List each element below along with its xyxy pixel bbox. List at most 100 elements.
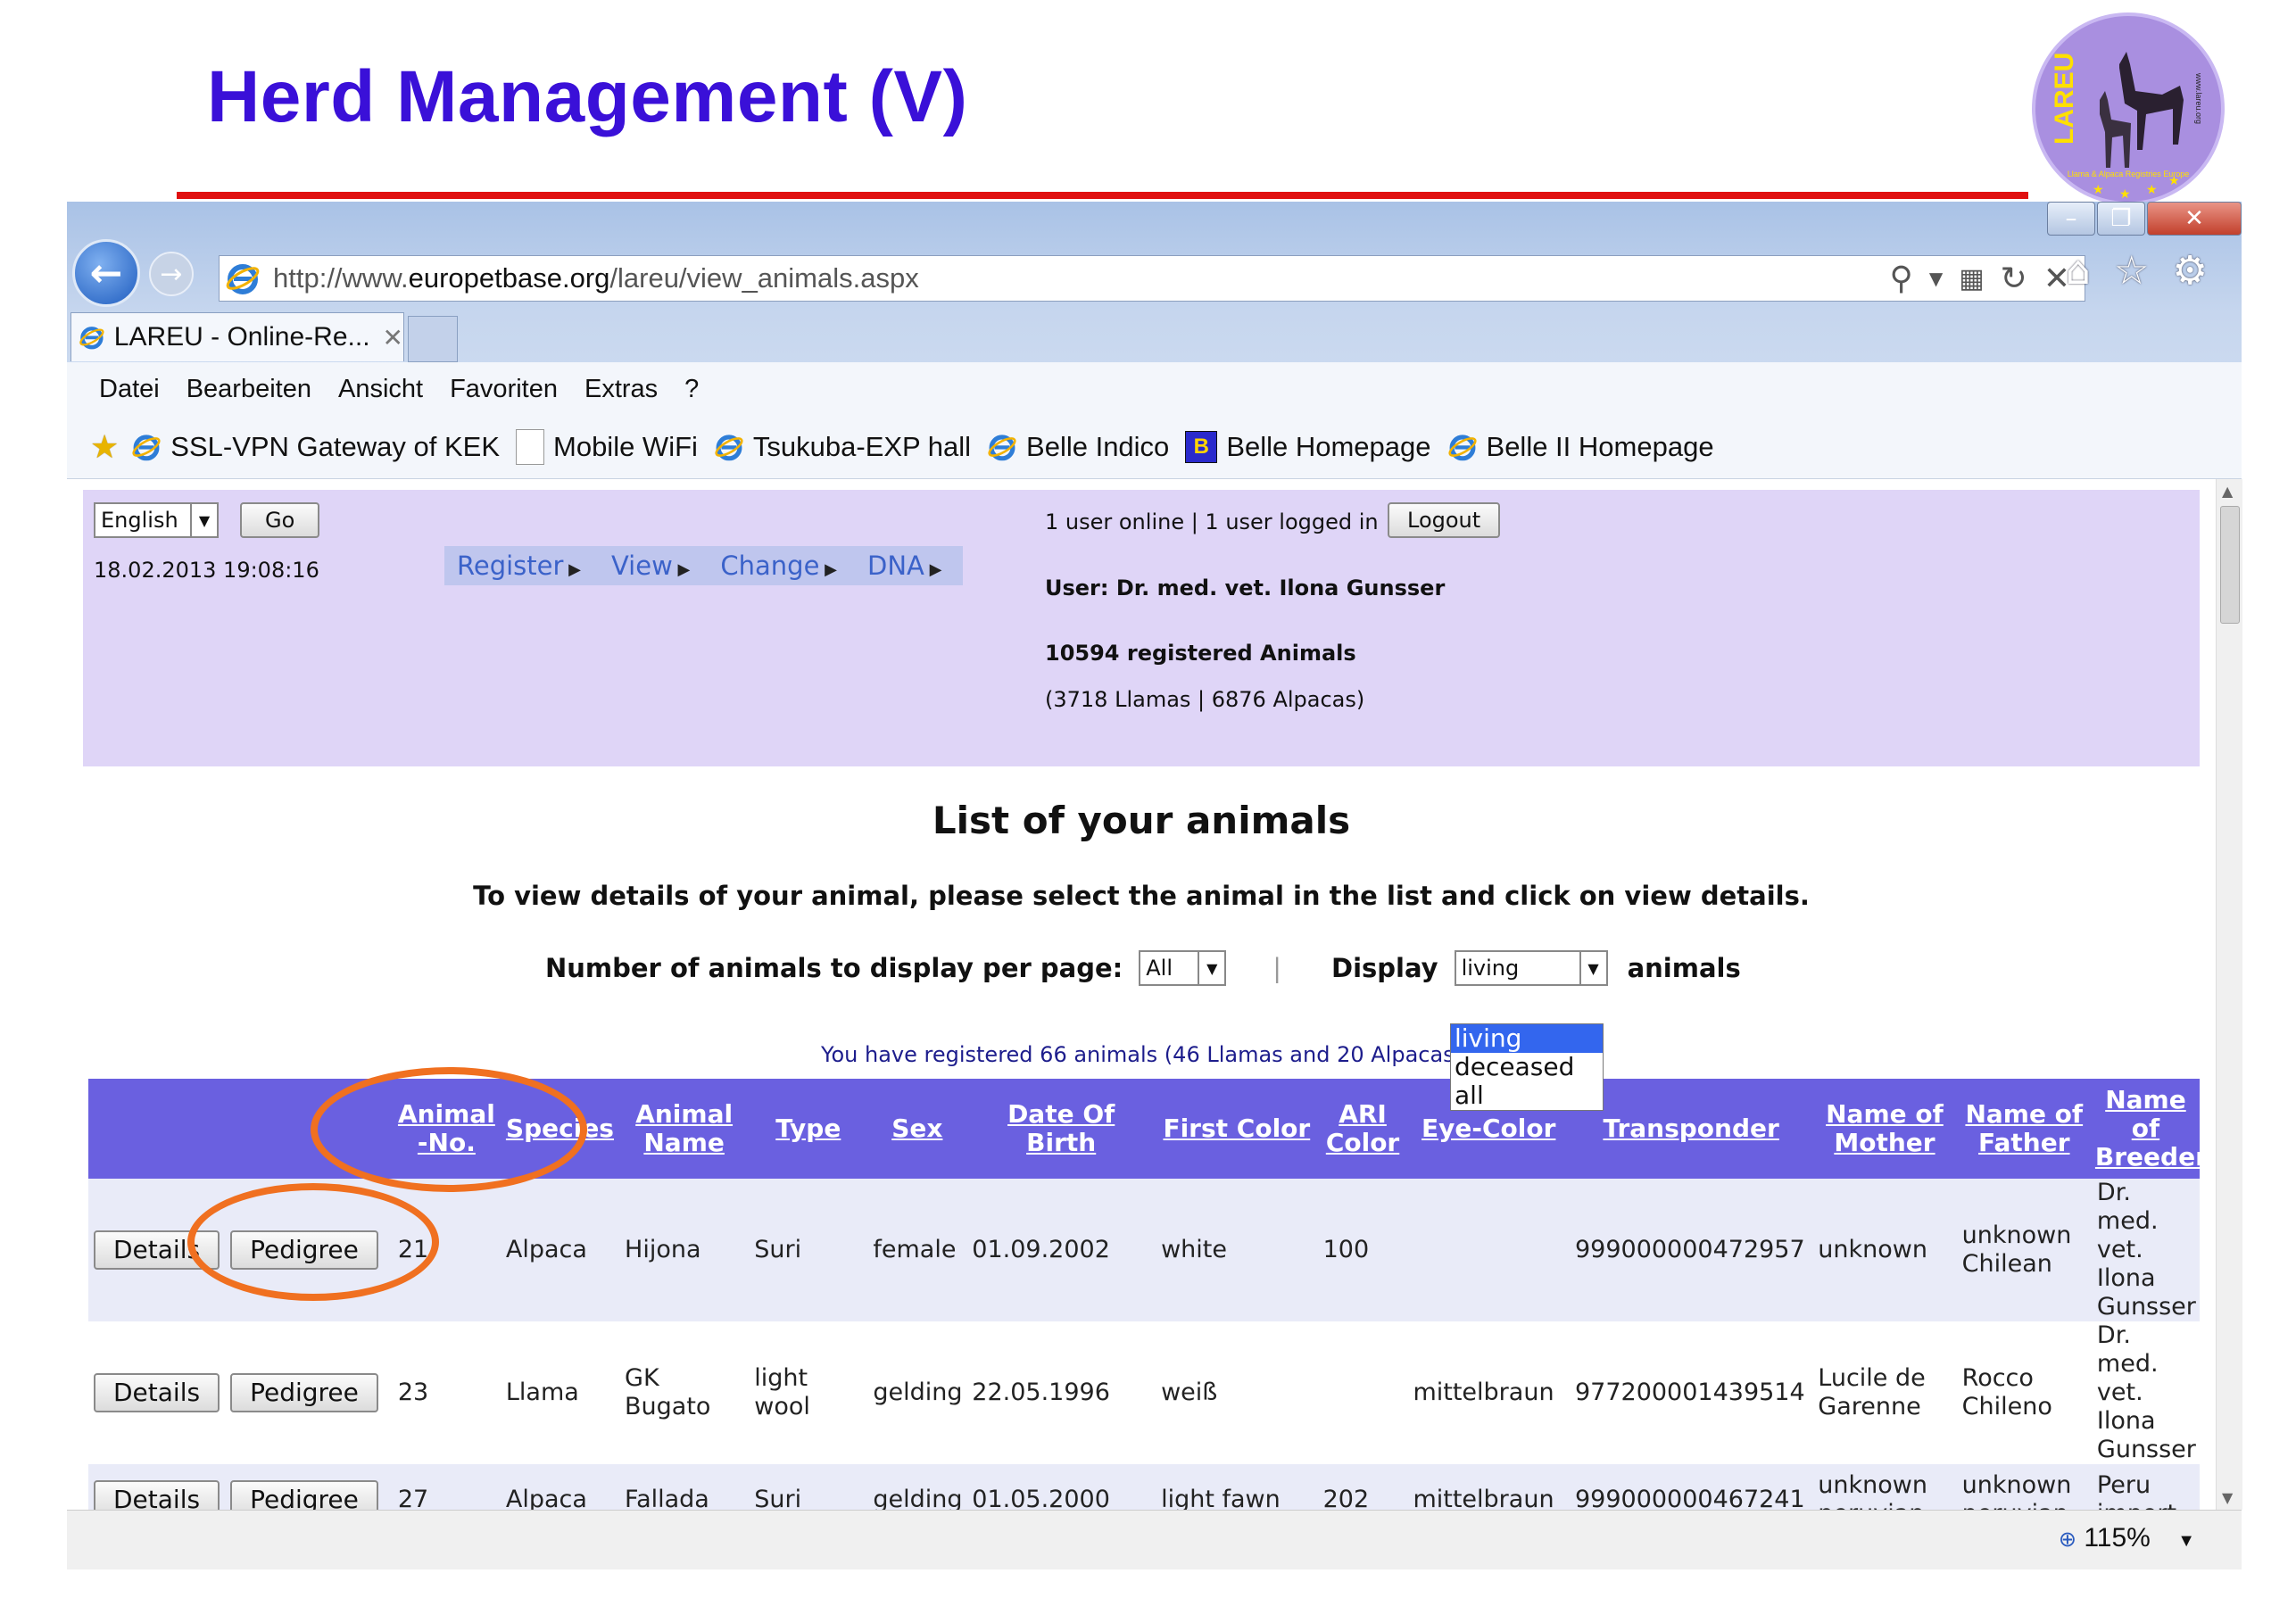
chevron-down-icon: ▼: [2177, 1531, 2195, 1551]
compatibility-icon[interactable]: ▦: [1959, 263, 1984, 294]
b-icon: B: [1185, 431, 1218, 463]
cell-eye-color: mittelbraun: [1407, 1464, 1570, 1510]
list-title: List of your animals: [932, 799, 1351, 842]
cell-ari-color: 202: [1317, 1464, 1408, 1510]
forward-button[interactable]: →: [149, 252, 194, 296]
display-option-living[interactable]: living: [1451, 1024, 1603, 1053]
restore-button[interactable]: ❐: [2097, 202, 2145, 236]
favorite-link[interactable]: Belle II Homepage: [1447, 431, 1714, 463]
cell-type: Suri: [749, 1179, 868, 1321]
col-animal-name[interactable]: Animal Name: [619, 1079, 750, 1179]
page-viewport: English ▼ Go 18.02.2013 19:08:16 Registe…: [67, 479, 2216, 1510]
ie-icon: [715, 435, 743, 461]
cell-first-color: light fawn: [1156, 1464, 1318, 1510]
minimize-button[interactable]: –: [2047, 202, 2095, 236]
favorite-label: Belle II Homepage: [1486, 431, 1714, 462]
chevron-down-icon: ▼: [1579, 952, 1606, 984]
col-ari-color[interactable]: ARI Color: [1317, 1079, 1408, 1179]
gear-icon[interactable]: ⚙: [2172, 248, 2207, 294]
nav-dna[interactable]: DNA: [867, 551, 941, 581]
zoom-control[interactable]: ⊕ 115% ▼: [2059, 1523, 2195, 1553]
favorites-star-icon[interactable]: ☆: [2114, 248, 2149, 294]
favorite-link[interactable]: B Belle Homepage: [1185, 431, 1431, 463]
favorite-label: Belle Indico: [1026, 431, 1170, 462]
chevron-down-icon: ▼: [190, 504, 217, 536]
svg-text:★: ★: [2168, 174, 2180, 188]
pedigree-button[interactable]: Pedigree: [230, 1480, 378, 1510]
menu-item[interactable]: Favoriten: [450, 375, 558, 404]
col-first-color[interactable]: First Color: [1156, 1079, 1318, 1179]
datetime: 18.02.2013 19:08:16: [94, 558, 319, 583]
close-window-button[interactable]: ✕: [2147, 202, 2242, 236]
cell-date-of-birth: 01.05.2000: [966, 1464, 1156, 1510]
lareu-logo: LAREU Llama & Alpaca Registries Europe w…: [2032, 12, 2225, 205]
url-prefix: http://www.: [273, 262, 409, 294]
cell-eye-color: [1407, 1179, 1570, 1321]
nav-view[interactable]: View: [611, 551, 690, 581]
table-row: Details Pedigree 23 Llama GK Bugato light…: [88, 1321, 2200, 1464]
favorite-label: Tsukuba-EXP hall: [752, 431, 972, 462]
per-page-select[interactable]: All ▼: [1139, 950, 1227, 986]
col-type[interactable]: Type: [749, 1079, 868, 1179]
favorite-link[interactable]: Belle Indico: [987, 431, 1169, 463]
col-sex[interactable]: Sex: [867, 1079, 967, 1179]
cell-father: unknown Chilean: [1956, 1179, 2092, 1321]
language-select[interactable]: English ▼: [94, 502, 219, 538]
ie-icon: [226, 264, 260, 294]
details-button[interactable]: Details: [94, 1373, 220, 1412]
cell-ari-color: 100: [1317, 1179, 1408, 1321]
logo-side-text: www.lareu.org: [2194, 72, 2203, 124]
svg-text:★: ★: [2119, 187, 2131, 202]
tab-lareu[interactable]: LAREU - Online-Re... ✕: [70, 312, 404, 361]
address-bar[interactable]: http://www.europetbase.org/lareu/view_an…: [219, 255, 2085, 302]
new-tab-button[interactable]: [408, 316, 458, 362]
menu-item[interactable]: Extras: [584, 375, 658, 404]
nav-register[interactable]: Register: [457, 551, 581, 581]
ie-icon: [79, 327, 104, 350]
favorites-star-add-icon[interactable]: ★: [90, 428, 119, 466]
user-label: User: Dr. med. vet. Ilona Gunsser: [1045, 576, 1446, 600]
col-date-of-birth[interactable]: Date Of Birth: [966, 1079, 1156, 1179]
back-button[interactable]: ←: [72, 239, 140, 307]
favorite-link[interactable]: Tsukuba-EXP hall: [714, 431, 971, 463]
col-name-of-mother[interactable]: Name of Mother: [1812, 1079, 1957, 1179]
details-button[interactable]: Details: [94, 1480, 220, 1510]
search-icon[interactable]: ⚲: [1890, 261, 1913, 297]
pedigree-button[interactable]: Pedigree: [230, 1373, 378, 1412]
home-icon[interactable]: ⌂: [2066, 248, 2091, 294]
slide-title: Herd Management (V): [207, 56, 968, 137]
refresh-icon[interactable]: ↻: [2001, 261, 2027, 297]
scrollbar-thumb[interactable]: [2220, 506, 2240, 624]
display-select[interactable]: living ▼: [1454, 950, 1608, 986]
url-text[interactable]: http://www.europetbase.org/lareu/view_an…: [273, 262, 919, 294]
display-option-all[interactable]: all: [1451, 1081, 1603, 1110]
dropdown-arrow-icon[interactable]: ▼: [1929, 268, 1943, 289]
favorite-label: Mobile WiFi: [553, 431, 698, 462]
logout-button[interactable]: Logout: [1388, 502, 1501, 538]
nav-change[interactable]: Change: [720, 551, 837, 581]
per-page-value: All: [1146, 956, 1173, 981]
display-option-deceased[interactable]: deceased: [1451, 1053, 1603, 1081]
favorite-link[interactable]: SSL-VPN Gateway of KEK: [131, 431, 500, 463]
vertical-scrollbar[interactable]: ▲ ▼: [2216, 479, 2242, 1510]
col-name-of-breeder[interactable]: Name of Breeder: [2091, 1079, 2208, 1179]
go-button[interactable]: Go: [240, 502, 320, 538]
tab-strip: LAREU - Online-Re... ✕: [67, 312, 2242, 362]
row-actions: Details Pedigree: [88, 1321, 393, 1464]
col-name-of-father[interactable]: Name of Father: [1956, 1079, 2092, 1179]
scroll-down-icon[interactable]: ▼: [2222, 1489, 2233, 1506]
col-transponder[interactable]: Transponder: [1569, 1079, 1813, 1179]
zoom-icon: ⊕: [2058, 1528, 2076, 1552]
svg-text:★: ★: [2093, 183, 2104, 197]
menu-item[interactable]: ?: [684, 375, 699, 404]
close-tab-icon[interactable]: ✕: [383, 323, 403, 352]
scroll-up-icon[interactable]: ▲: [2222, 483, 2233, 500]
menu-item[interactable]: Ansicht: [338, 375, 423, 404]
menu-item[interactable]: Bearbeiten: [186, 375, 311, 404]
tab-title: LAREU - Online-Re...: [113, 322, 370, 352]
cell-transponder: 999000000467241: [1569, 1464, 1813, 1510]
cell-date-of-birth: 01.09.2002: [966, 1179, 1156, 1321]
favorite-link[interactable]: Mobile WiFi: [516, 429, 698, 465]
menu-item[interactable]: Datei: [99, 375, 160, 404]
language-value: English: [101, 508, 178, 533]
